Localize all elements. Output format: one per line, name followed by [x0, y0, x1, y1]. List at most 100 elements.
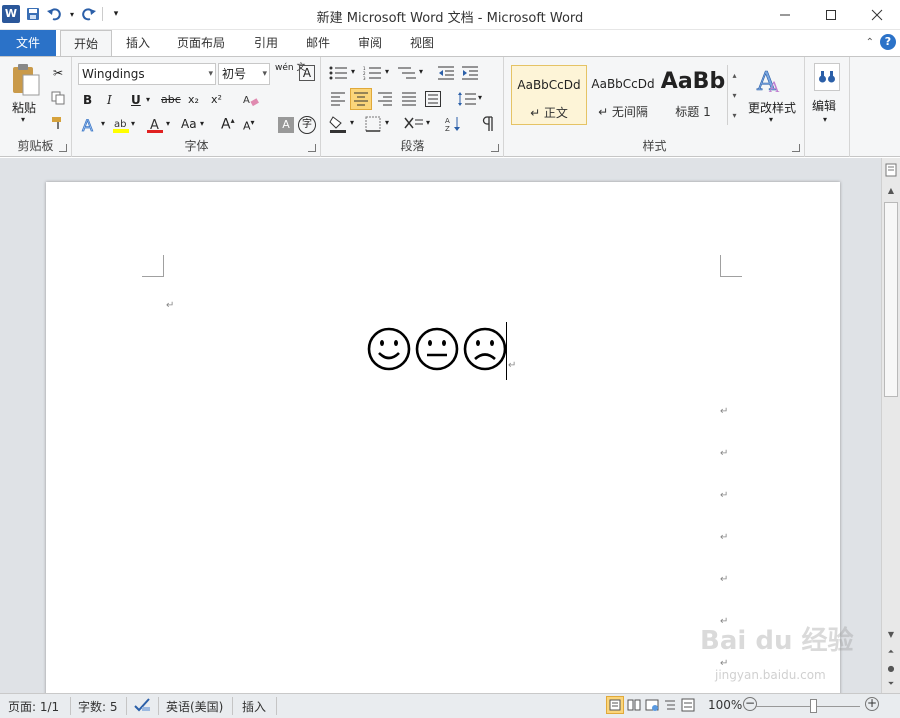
shading-dropdown-icon[interactable]: ▾: [350, 118, 354, 127]
next-page-icon[interactable]: ⏷: [882, 676, 900, 692]
status-insert-mode[interactable]: 插入: [242, 698, 266, 715]
status-page[interactable]: 页面: 1/1: [8, 698, 59, 715]
align-right-icon[interactable]: [375, 89, 395, 109]
clipboard-launcher-icon[interactable]: [59, 144, 67, 152]
text-effects-icon[interactable]: A: [79, 115, 101, 135]
character-border-button[interactable]: A: [299, 65, 315, 81]
font-color-dropdown-icon[interactable]: ▾: [166, 119, 170, 128]
multilevel-dropdown-icon[interactable]: ▾: [419, 67, 423, 76]
strikethrough-button[interactable]: abc: [161, 93, 181, 106]
maximize-icon[interactable]: [808, 0, 854, 30]
proofing-icon[interactable]: [134, 697, 152, 716]
change-styles-icon[interactable]: AA: [753, 63, 787, 95]
zoom-in-icon[interactable]: +: [865, 697, 879, 711]
font-name-combo[interactable]: Wingdings ▾: [78, 63, 216, 85]
minimize-icon[interactable]: [762, 0, 808, 30]
line-spacing-dropdown-icon[interactable]: ▾: [478, 93, 482, 102]
chinese-layout-dropdown-icon[interactable]: ▾: [426, 118, 430, 127]
borders-dropdown-icon[interactable]: ▾: [385, 118, 389, 127]
zoom-slider-thumb[interactable]: [810, 699, 817, 713]
zoom-level[interactable]: 100%: [708, 698, 742, 712]
styles-gallery-scroll[interactable]: ▴ ▾ ▾: [727, 65, 741, 125]
distributed-icon[interactable]: [423, 89, 443, 109]
scrollbar-thumb[interactable]: [884, 202, 898, 397]
style-no-spacing[interactable]: AaBbCcDd ↵ 无间隔: [585, 65, 661, 125]
status-language[interactable]: 英语(美国): [166, 698, 223, 715]
binoculars-icon[interactable]: [814, 63, 840, 91]
shrink-font-button[interactable]: A▾: [243, 118, 255, 133]
align-center-icon[interactable]: [350, 88, 372, 110]
highlight-dropdown-icon[interactable]: ▾: [131, 119, 135, 128]
paste-dropdown-icon[interactable]: ▾: [21, 115, 25, 124]
tab-mailings[interactable]: 邮件: [296, 30, 340, 56]
tab-view[interactable]: 视图: [400, 30, 444, 56]
bullets-icon[interactable]: [328, 64, 350, 82]
chevron-up-icon[interactable]: ▴: [732, 71, 736, 80]
increase-indent-icon[interactable]: [460, 64, 480, 82]
numbering-icon[interactable]: 123: [362, 64, 384, 82]
tab-references[interactable]: 引用: [244, 30, 288, 56]
borders-icon[interactable]: [362, 114, 384, 134]
paste-label[interactable]: 粘贴: [12, 99, 36, 116]
subscript-button[interactable]: x₂: [188, 93, 199, 106]
sort-icon[interactable]: AZ: [444, 114, 464, 134]
clear-formatting-icon[interactable]: A: [241, 91, 261, 109]
web-layout-icon[interactable]: [645, 698, 659, 715]
justify-icon[interactable]: [399, 89, 419, 109]
numbering-dropdown-icon[interactable]: ▾: [385, 67, 389, 76]
print-layout-icon[interactable]: [606, 696, 624, 714]
tab-page-layout[interactable]: 页面布局: [168, 30, 234, 56]
scroll-down-icon[interactable]: ▼: [882, 626, 900, 642]
italic-button[interactable]: I: [107, 93, 112, 107]
underline-button[interactable]: U: [131, 93, 141, 107]
font-launcher-icon[interactable]: [308, 144, 316, 152]
vertical-scrollbar[interactable]: ▲ ▼ ⏶ ● ⏷: [881, 158, 900, 693]
tab-home[interactable]: 开始: [60, 30, 112, 57]
enclose-characters-button[interactable]: 字: [298, 116, 316, 134]
multilevel-list-icon[interactable]: [396, 64, 418, 82]
outline-view-icon[interactable]: [663, 698, 677, 715]
select-browse-object-icon[interactable]: ●: [882, 660, 900, 676]
status-word-count[interactable]: 字数: 5: [78, 698, 118, 715]
change-styles-label[interactable]: 更改样式: [748, 99, 796, 116]
show-hide-marks-icon[interactable]: [478, 114, 498, 134]
close-icon[interactable]: [854, 0, 900, 30]
change-styles-dropdown-icon[interactable]: ▾: [769, 115, 773, 124]
cut-icon[interactable]: ✂: [50, 65, 66, 81]
style-normal[interactable]: AaBbCcDd ↵ 正文: [511, 65, 587, 125]
font-color-icon[interactable]: A: [145, 115, 165, 135]
zoom-out-icon[interactable]: −: [743, 697, 757, 711]
full-screen-reading-icon[interactable]: [627, 698, 641, 715]
scroll-up-icon[interactable]: ▲: [882, 182, 900, 198]
character-shading-button[interactable]: A: [278, 117, 294, 133]
chevron-down-icon[interactable]: ▾: [732, 91, 736, 100]
underline-dropdown-icon[interactable]: ▾: [146, 95, 150, 104]
paragraph-launcher-icon[interactable]: [491, 144, 499, 152]
draft-view-icon[interactable]: [681, 698, 695, 715]
grow-font-button[interactable]: A▴: [221, 116, 235, 133]
collapse-ribbon-icon[interactable]: ⌃: [866, 37, 874, 48]
previous-page-icon[interactable]: ⏶: [882, 644, 900, 660]
font-size-combo[interactable]: 初号 ▾: [218, 63, 270, 85]
tab-review[interactable]: 审阅: [348, 30, 392, 56]
text-effects-dropdown-icon[interactable]: ▾: [101, 119, 105, 128]
bold-button[interactable]: B: [83, 93, 92, 107]
format-painter-icon[interactable]: [50, 115, 66, 131]
highlight-icon[interactable]: ab: [111, 115, 131, 135]
editing-label[interactable]: 编辑: [812, 97, 836, 114]
line-spacing-icon[interactable]: [456, 89, 478, 109]
change-case-button[interactable]: Aa: [181, 117, 197, 131]
paste-icon[interactable]: [10, 63, 42, 97]
shading-icon[interactable]: [328, 114, 350, 134]
phonetic-guide-button[interactable]: wén 文: [275, 63, 305, 73]
align-left-icon[interactable]: [328, 89, 348, 109]
gallery-more-icon[interactable]: ▾: [732, 111, 736, 120]
ruler-toggle-icon[interactable]: [882, 162, 900, 178]
zoom-slider-track[interactable]: [755, 706, 860, 707]
chinese-layout-icon[interactable]: [402, 114, 426, 134]
change-case-dropdown-icon[interactable]: ▾: [200, 119, 204, 128]
tab-insert[interactable]: 插入: [114, 30, 162, 56]
bullets-dropdown-icon[interactable]: ▾: [351, 67, 355, 76]
copy-icon[interactable]: [50, 90, 66, 106]
styles-launcher-icon[interactable]: [792, 144, 800, 152]
